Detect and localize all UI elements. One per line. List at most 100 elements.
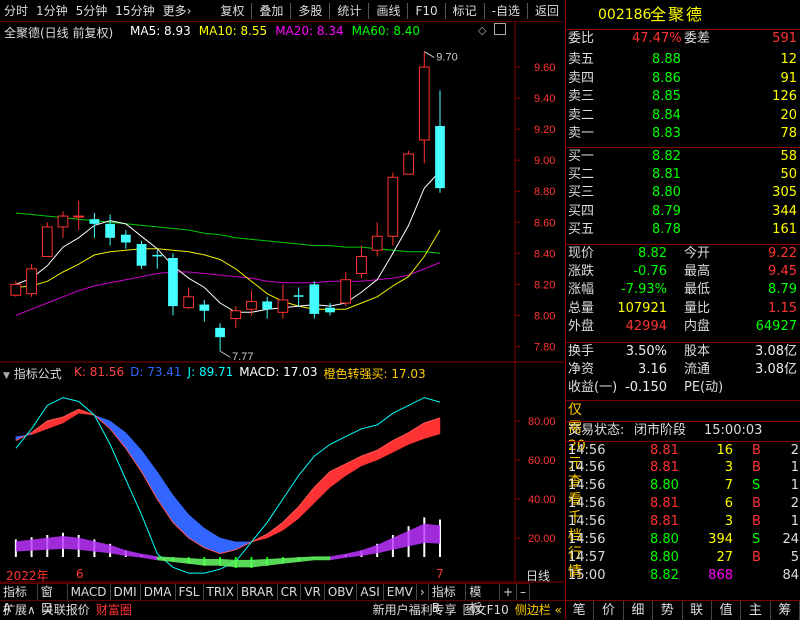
candle-body-down	[293, 295, 304, 297]
candle-body-down	[215, 327, 225, 338]
indicator-tab-0[interactable]: 指标A	[0, 584, 38, 615]
tick-time: 14:56	[568, 478, 606, 493]
period-tab-2[interactable]: 5分钟	[72, 0, 112, 22]
indicator-tab-2[interactable]: MACD	[68, 584, 111, 600]
indicator-tab-15[interactable]: 模 板	[466, 584, 500, 615]
chart-tools: 复权 叠加 多股 统计 画线 F10 标记 -自选 返回	[216, 0, 563, 22]
buys-row-4[interactable]: 买五 8.78 161	[566, 221, 800, 239]
bottom-link-2[interactable]: 财富圈	[93, 601, 135, 620]
buys-row-1[interactable]: 买二 8.81 50	[566, 166, 800, 184]
buys-label: 买五	[568, 222, 595, 237]
tool-button-3[interactable]: 统计	[333, 0, 365, 22]
tick-time: 14:56	[568, 514, 606, 529]
indicator-tab-7[interactable]: BRAR	[238, 584, 278, 600]
panel-tab-1[interactable]: 价	[594, 601, 624, 620]
sells-row-3[interactable]: 卖二 8.84 20	[566, 107, 800, 125]
indicator-tab-6[interactable]: TRIX	[204, 584, 238, 600]
period-tab-0[interactable]: 分时	[0, 0, 32, 22]
window-toggle-icon[interactable]	[494, 23, 506, 35]
ind-legend-1: D: 73.41	[130, 365, 182, 379]
panel-tab-0[interactable]: 笔	[565, 601, 595, 620]
tool-button-5[interactable]: F10	[411, 0, 441, 22]
tick-price: 8.81	[650, 514, 679, 529]
sells-row-0[interactable]: 卖五 8.88 12	[566, 51, 800, 69]
price-tick-label: 8.40	[534, 248, 555, 260]
stats2-cell: 3.16	[638, 361, 667, 377]
stats-cell: 8.79	[768, 282, 797, 297]
stats-cell: 今开	[684, 246, 711, 261]
stats-row-2: 涨幅 -7.93% 最低 8.79	[566, 281, 800, 299]
tool-button-4[interactable]: 画线	[372, 0, 404, 22]
sells-row-2[interactable]: 卖三 8.85 126	[566, 88, 800, 106]
kd-ribbon-segment	[298, 486, 315, 520]
tool-button-8[interactable]: 返回	[531, 0, 563, 22]
period-tab-3[interactable]: 15分钟	[111, 0, 158, 22]
tick-price: 8.80	[650, 550, 679, 565]
sells-volume: 12	[780, 52, 797, 67]
candle-body-down	[120, 234, 131, 243]
bottom-link-0[interactable]: 扩展∧	[0, 601, 39, 620]
indicator-tab-5[interactable]: FSL	[176, 584, 204, 600]
sells-volume: 91	[780, 70, 797, 86]
indicator-menu-icon[interactable]: ▼	[3, 371, 10, 381]
sells-volume: 126	[772, 89, 797, 104]
panel-tab-2[interactable]: 细	[624, 601, 654, 620]
indicator-tab-1[interactable]: 窗口	[38, 584, 68, 615]
panel-tab-6[interactable]: 主	[741, 601, 771, 620]
panel-tab-5[interactable]: 值	[712, 601, 742, 620]
period-tab-1[interactable]: 1分钟	[32, 0, 72, 22]
toolbar-divider	[290, 2, 292, 19]
diamond-icon[interactable]: ◇	[478, 24, 486, 37]
indicator-tab-4[interactable]: DMA	[141, 584, 176, 600]
indicator-tab-13[interactable]: ›	[417, 584, 429, 600]
bottom-right-link-2[interactable]: 侧边栏 «	[512, 601, 565, 620]
sells-label: 卖三	[568, 89, 595, 104]
indicator-tab-11[interactable]: ASI	[357, 584, 384, 600]
indicator-tab-9[interactable]: VR	[301, 584, 325, 600]
panel-tab-7[interactable]: 筹	[771, 601, 800, 620]
tool-button-1[interactable]: 叠加	[255, 0, 287, 22]
indicator-tab-3[interactable]: DMI	[111, 584, 141, 600]
sells-volume: 20	[780, 107, 797, 123]
stock-name: 全聚德	[650, 5, 705, 24]
panel-tab-4[interactable]: 联	[683, 601, 712, 620]
sells-row-4[interactable]: 卖一 8.83 78	[566, 125, 800, 143]
buys-row-2[interactable]: 买三 8.80 305	[566, 184, 800, 202]
stats2-cell: 净资	[568, 361, 595, 377]
chart-title: 全聚德(日线 前复权)	[4, 26, 114, 40]
buys-row-3[interactable]: 买四 8.79 344	[566, 203, 800, 221]
price-tick-label: 8.00	[534, 310, 555, 322]
macd-ribbon-segment	[314, 556, 331, 561]
indicator-tab-12[interactable]: EMV	[384, 584, 417, 600]
panel-tab-3[interactable]: 势	[653, 601, 683, 620]
stats-cell: 8.82	[638, 246, 667, 261]
tool-button-0[interactable]: 复权	[216, 0, 248, 22]
sells-price: 8.83	[652, 126, 681, 141]
buys-volume: 58	[780, 149, 797, 164]
buys-row-0[interactable]: 买一 8.82 58	[566, 147, 800, 165]
tool-button-6[interactable]: 标记	[449, 0, 481, 22]
candle-body-down	[89, 219, 100, 224]
tool-button-2[interactable]: 多股	[294, 0, 326, 22]
ind-tick-label: 40.00	[528, 494, 556, 506]
indicator-tab-16[interactable]: +	[500, 584, 517, 600]
ma-legend: MA5: 8.93 MA10: 8.55 MA20: 8.34 MA60: 8.40	[130, 24, 420, 38]
ma-legend-2: MA20: 8.34	[275, 24, 344, 38]
tick-time: 15:00	[568, 568, 606, 583]
bottom-right-link-0[interactable]: 新用户福利专享	[370, 601, 460, 620]
candle-body-up	[277, 299, 289, 313]
candle-body-down	[435, 126, 445, 189]
indicator-tab-8[interactable]: CR	[278, 584, 302, 600]
period-tab-4[interactable]: 更多›	[159, 0, 196, 22]
kd-ribbon-segment	[408, 422, 425, 445]
promo-banner[interactable]: 仅需20元查看千档行情	[566, 400, 800, 580]
bottom-right-link-1[interactable]: 图文F10	[460, 601, 512, 620]
indicator-tab-10[interactable]: OBV	[325, 584, 358, 600]
ind-legend-3: MACD: 17.03	[239, 365, 318, 379]
sells-row-1[interactable]: 卖四 8.86 91	[566, 70, 800, 88]
day-period-label: 日线	[526, 569, 551, 583]
tool-button-7[interactable]: -自选	[488, 0, 524, 22]
indicator-tab-14[interactable]: 指标B	[429, 584, 467, 615]
indicator-tab-17[interactable]: –	[517, 584, 530, 600]
bottom-link-1[interactable]: 关联报价	[39, 601, 93, 620]
